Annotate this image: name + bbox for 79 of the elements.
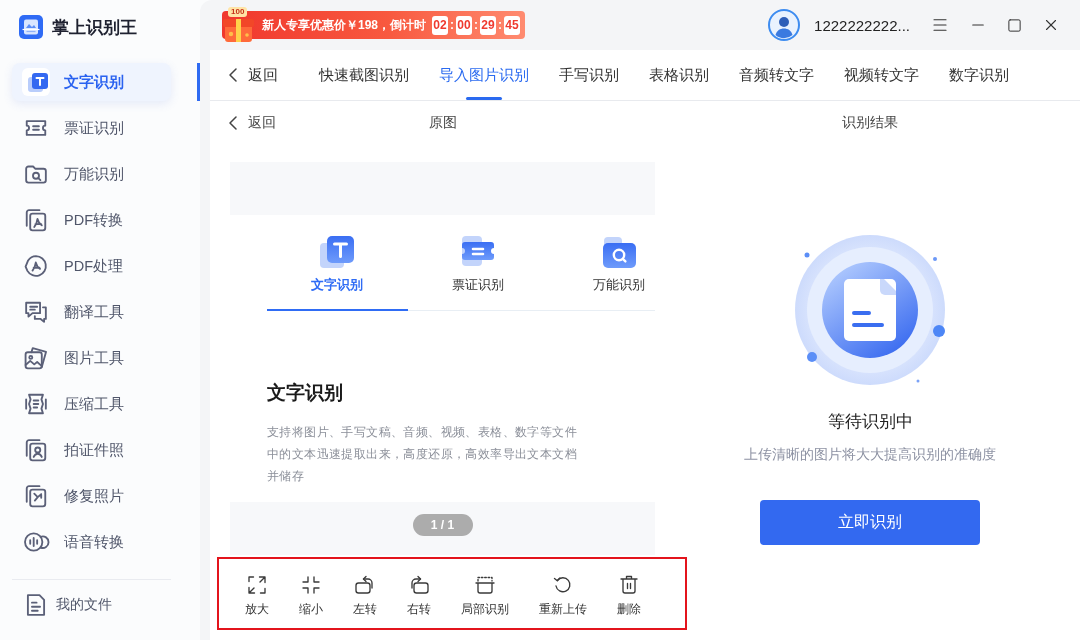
card-arrow-icon <box>25 485 47 507</box>
page-indicator: 1 / 1 <box>412 514 473 536</box>
sound-wave-icon <box>25 531 47 553</box>
gift-tag: 100 <box>228 7 248 17</box>
chevron-left-icon <box>229 68 237 82</box>
sidebar-item[interactable]: PDF处理 <box>12 247 171 285</box>
countdown-separator: : <box>450 18 455 32</box>
preview-tab[interactable]: 票证识别 <box>408 215 549 310</box>
back-link[interactable]: 返回 <box>229 114 276 132</box>
document-icon <box>25 594 47 616</box>
sidebar-item[interactable]: 票证识别 <box>12 109 171 147</box>
sidebar-item[interactable]: 拍证件照 <box>12 431 171 469</box>
chat-bubbles-icon <box>25 301 47 323</box>
back-link[interactable]: 返回 <box>229 50 278 100</box>
circle-symbol-icon <box>25 255 47 277</box>
promo-text: 新人专享优惠价￥198，倒计时 <box>262 16 427 34</box>
reload-icon <box>554 576 572 594</box>
sidebar-item[interactable]: 万能识别 <box>12 155 171 193</box>
nav-tab[interactable]: 快速截图识别 <box>319 50 409 100</box>
countdown-digits: 00 <box>456 15 473 35</box>
countdown-digits: 45 <box>504 15 521 35</box>
nav-tab[interactable]: 视频转文字 <box>844 50 919 100</box>
toolbar-button[interactable]: 重新上传 <box>539 576 587 616</box>
trash-icon <box>620 576 638 594</box>
toolbar-button[interactable]: 左转 <box>353 576 377 616</box>
nav-tab[interactable]: 表格识别 <box>649 50 709 100</box>
menu-icon[interactable] <box>931 16 949 34</box>
toolbar-button[interactable]: 删除 <box>617 576 641 616</box>
preview-heading: 文字识别 <box>267 381 344 405</box>
preview-tab[interactable]: 万能识别 <box>549 215 645 310</box>
panel-title: 原图 <box>428 114 457 132</box>
nav-tab[interactable]: 手写识别 <box>559 50 619 100</box>
preview-description: 支持将图片、手写文稿、音频、视频、表格、数字等文件中的文本迅速提取出来，高度还原，高效率导出文本文档并储存 <box>267 424 578 485</box>
sidebar-item[interactable]: 修复照片 <box>12 477 171 515</box>
nav-tab[interactable]: 数字识别 <box>949 50 1009 100</box>
recognize-button[interactable]: 立即识别 <box>760 500 980 545</box>
sidebar-item[interactable]: 文字识别 <box>12 63 171 101</box>
toolbar-button[interactable]: 局部识别 <box>461 576 509 616</box>
scroll-icon <box>25 393 47 415</box>
nav-tab[interactable]: 音频转文字 <box>739 50 814 100</box>
text-icon <box>22 68 50 96</box>
countdown-separator: : <box>474 18 479 32</box>
chevron-left-icon <box>229 116 237 130</box>
sidebar-item[interactable]: 翻译工具 <box>12 293 171 331</box>
maximize-icon[interactable] <box>1007 17 1022 33</box>
sidebar-item[interactable]: 我的文件 <box>12 586 171 624</box>
app-name: 掌上识别王 <box>52 16 137 39</box>
countdown-digits: 02 <box>432 15 449 35</box>
nav-tab[interactable]: 导入图片识别 <box>439 50 529 100</box>
rotate-right-icon <box>410 576 428 594</box>
document-stack-icon <box>25 209 47 231</box>
sidebar-item[interactable]: 图片工具 <box>12 339 171 377</box>
hint-text: 上传清晰的图片将大大提高识别的准确度 <box>744 445 996 464</box>
sidebar-item[interactable]: 压缩工具 <box>12 385 171 423</box>
search-tile-icon <box>601 235 637 269</box>
toolbar-button[interactable]: 右转 <box>407 576 431 616</box>
logo-icon <box>19 15 43 39</box>
toolbar-button[interactable]: 放大 <box>245 576 269 616</box>
person-card-icon <box>25 439 47 461</box>
folder-search-icon <box>25 163 47 185</box>
rotate-left-icon <box>356 576 374 594</box>
countdown-separator: : <box>498 18 503 32</box>
crop-icon <box>476 576 494 594</box>
toolbar-button[interactable]: 缩小 <box>299 576 323 616</box>
collapse-icon <box>302 576 320 594</box>
avatar-icon[interactable] <box>768 9 801 41</box>
ticket-tile-icon <box>460 235 496 269</box>
ticket-icon <box>25 117 47 139</box>
expand-icon <box>248 576 266 594</box>
image-icon <box>25 347 47 369</box>
preview-tab[interactable]: 文字识别 <box>267 215 408 310</box>
countdown-digits: 29 <box>480 15 497 35</box>
status-text: 等待识别中 <box>827 411 913 433</box>
text-tile-icon <box>319 235 355 269</box>
username[interactable]: 1222222222... <box>814 16 910 34</box>
sidebar-item[interactable]: PDF转换 <box>12 201 171 239</box>
sidebar-item[interactable]: 语音转换 <box>12 523 171 561</box>
gift-box-icon <box>221 17 257 43</box>
panel-title: 识别结果 <box>842 114 898 132</box>
